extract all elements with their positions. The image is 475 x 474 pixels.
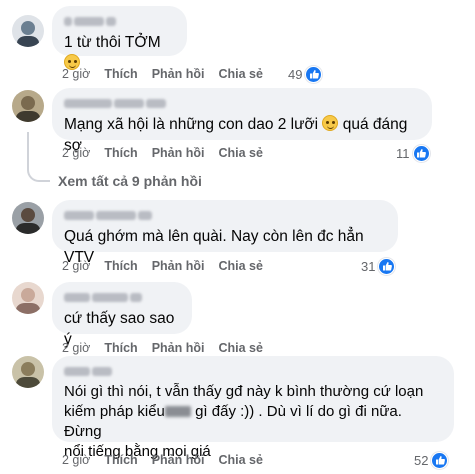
thread-connector	[27, 132, 50, 182]
comment-actions: 2 giờ Thích Phản hồi Chia sẻ	[62, 258, 263, 274]
comment-time[interactable]: 2 giờ	[62, 452, 90, 468]
reaction-count[interactable]: 52	[414, 451, 449, 469]
avatar[interactable]	[12, 202, 44, 234]
reaction-number: 49	[288, 66, 303, 82]
comment-text: Nói gì thì nói, t vẫn thấy gđ này k bình…	[64, 383, 424, 460]
reply-button[interactable]: Phản hồi	[152, 258, 205, 274]
comment-bubble: 1 từ thôi TỞM	[52, 6, 187, 70]
reply-button[interactable]: Phản hồi	[152, 452, 205, 468]
share-button[interactable]: Chia sẻ	[218, 145, 262, 161]
share-button[interactable]: Chia sẻ	[218, 340, 262, 356]
reaction-number: 11	[396, 145, 410, 161]
like-button[interactable]: Thích	[104, 145, 137, 161]
comment-time[interactable]: 2 giờ	[62, 145, 90, 161]
avatar[interactable]	[12, 282, 44, 314]
thumbs-up-icon	[305, 65, 323, 83]
thumbs-up-icon	[431, 451, 449, 469]
share-button[interactable]: Chia sẻ	[218, 66, 262, 82]
author-name-blurred[interactable]	[64, 96, 420, 110]
reply-button[interactable]: Phản hồi	[152, 340, 205, 356]
author-name-blurred[interactable]	[64, 14, 175, 28]
comment-time[interactable]: 2 giờ	[62, 258, 90, 274]
comment-actions: 2 giờ Thích Phản hồi Chia sẻ	[62, 340, 263, 356]
reaction-number: 31	[361, 258, 376, 274]
comment-actions: 2 giờ Thích Phản hồi Chia sẻ	[62, 66, 263, 82]
author-name-blurred[interactable]	[64, 208, 386, 222]
reaction-count[interactable]: 11	[396, 144, 430, 162]
share-button[interactable]: Chia sẻ	[218, 258, 262, 274]
comment-bubble: Nói gì thì nói, t vẫn thấy gđ này k bình…	[52, 356, 454, 460]
share-button[interactable]: Chia sẻ	[218, 452, 262, 468]
thumbs-up-icon	[378, 257, 396, 275]
reaction-count[interactable]: 31	[361, 257, 396, 275]
redacted-text	[164, 406, 191, 417]
see-all-replies-link[interactable]: Xem tất cả 9 phản hồi	[58, 173, 202, 189]
avatar[interactable]	[12, 90, 44, 122]
comment-bubble: cứ thấy sao sao ý	[52, 282, 192, 348]
reaction-count[interactable]: 49	[288, 65, 323, 83]
reaction-number: 52	[414, 452, 429, 468]
avatar[interactable]	[12, 356, 44, 388]
like-button[interactable]: Thích	[104, 340, 137, 356]
comment-actions: 2 giờ Thích Phản hồi Chia sẻ	[62, 452, 263, 468]
comment-actions: 2 giờ Thích Phản hồi Chia sẻ	[62, 145, 263, 161]
thumbs-up-icon	[412, 144, 430, 162]
comment-time[interactable]: 2 giờ	[62, 340, 90, 356]
reply-button[interactable]: Phản hồi	[152, 145, 205, 161]
author-name-blurred[interactable]	[64, 364, 442, 378]
author-name-blurred[interactable]	[64, 290, 180, 304]
reply-button[interactable]: Phản hồi	[152, 66, 205, 82]
like-button[interactable]: Thích	[104, 66, 137, 82]
smile-emoji-icon	[322, 115, 339, 131]
comment-bubble: Mạng xã hội là những con dao 2 lưỡi quá …	[52, 88, 432, 154]
comment-time[interactable]: 2 giờ	[62, 66, 90, 82]
comment-bubble: Quá ghớm mà lên quài. Nay còn lên đc hẳn…	[52, 200, 398, 266]
like-button[interactable]: Thích	[104, 258, 137, 274]
like-button[interactable]: Thích	[104, 452, 137, 468]
avatar[interactable]	[12, 15, 44, 47]
